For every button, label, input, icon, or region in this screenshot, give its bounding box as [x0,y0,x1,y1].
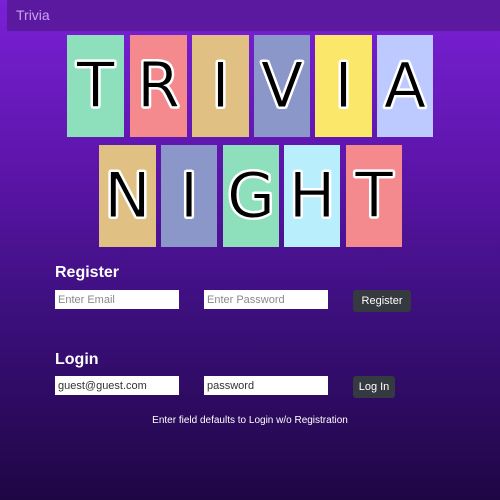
logo-tile: A [377,35,433,137]
logo-tile: V [254,35,310,137]
logo-letter: T [76,49,115,122]
logo-letter: G [226,159,276,232]
logo-tile: I [161,145,217,247]
register-heading: Register [55,264,120,281]
register-password-input[interactable] [204,290,328,309]
logo-letter: N [104,159,151,232]
login-hint-text: Enter field defaults to Login w/o Regist… [152,415,348,426]
logo-tile: I [192,35,249,137]
logo-letter: T [355,159,394,232]
logo-tile: R [130,35,187,137]
logo-letter: I [179,159,199,232]
login-button[interactable]: Log In [353,376,395,398]
logo-letter: V [260,49,304,122]
login-heading: Login [55,351,99,368]
logo-tile: G [223,145,279,247]
register-email-input[interactable] [55,290,179,309]
logo-tile: H [284,145,340,247]
login-password-input[interactable] [204,376,328,395]
navbar: Trivia [7,0,500,31]
login-email-input[interactable] [55,376,179,395]
logo-tile: T [346,145,402,247]
logo-letter: H [288,159,336,232]
register-button[interactable]: Register [353,290,411,312]
logo-letter: I [334,49,353,122]
logo-tile: I [315,35,372,137]
logo-letter: A [383,49,427,122]
logo-tile: T [67,35,124,137]
logo-tile: N [99,145,156,247]
logo-letter: I [211,49,230,122]
brand-title[interactable]: Trivia [16,7,50,23]
logo-letter: R [136,49,181,122]
